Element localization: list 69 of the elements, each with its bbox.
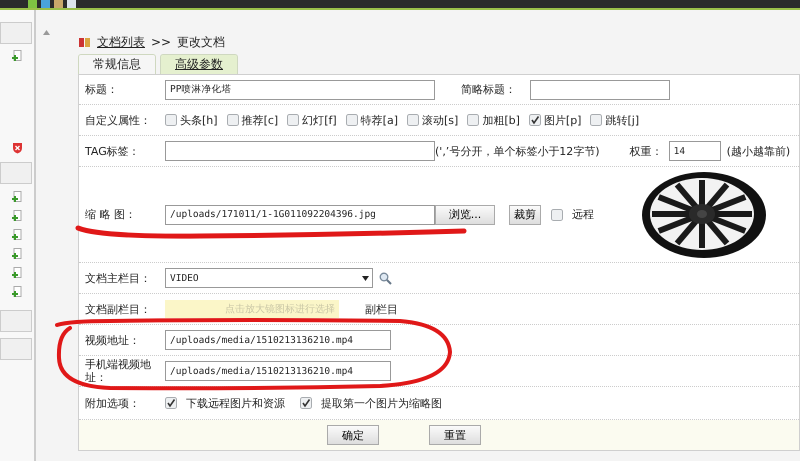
checkbox-label: 滚动[s] <box>422 112 458 128</box>
crop-button[interactable]: 裁剪 <box>509 204 541 224</box>
field-label: 简略标题： <box>461 82 516 97</box>
field-label: 文档主栏目： <box>85 272 152 284</box>
subcolumn-link[interactable]: 副栏目 <box>365 302 398 316</box>
book-icon <box>78 36 91 48</box>
title-field[interactable]: PP喷淋净化塔 <box>165 80 435 100</box>
add-document-icon[interactable] <box>12 50 22 62</box>
checkbox[interactable] <box>300 397 312 409</box>
checkbox[interactable] <box>287 114 300 126</box>
checkbox[interactable] <box>528 114 541 126</box>
add-document-icon[interactable] <box>12 267 22 279</box>
add-document-icon[interactable] <box>12 248 22 260</box>
field-label: 文档副栏目： <box>85 302 152 316</box>
checkbox[interactable] <box>165 397 177 409</box>
shield-icon[interactable] <box>12 142 22 154</box>
dropdown-arrow-icon <box>361 274 370 282</box>
form-button[interactable]: 确定 <box>327 425 379 445</box>
browse-button[interactable]: 浏览... <box>435 204 495 224</box>
checkbox-label: 幻灯[f] <box>302 112 337 128</box>
tag-field[interactable] <box>165 141 435 161</box>
column-select[interactable]: VIDEO <box>165 268 373 288</box>
checkbox[interactable] <box>590 114 602 126</box>
checkbox[interactable] <box>467 114 480 126</box>
search-icon[interactable] <box>379 272 392 284</box>
field-label: 标题： <box>85 83 119 96</box>
add-document-icon[interactable] <box>12 191 22 203</box>
url-field[interactable]: /uploads/media/1510213136210.mp4 <box>165 330 391 350</box>
checkbox[interactable] <box>165 114 177 126</box>
checkbox[interactable] <box>346 114 358 126</box>
checkbox[interactable] <box>407 114 419 126</box>
breadcrumb-link[interactable]: 文档列表 <box>97 34 145 50</box>
checkbox-label: 图片[p] <box>544 112 582 128</box>
field-label: 附加选项： <box>85 396 141 410</box>
field-label: 权重： <box>630 144 663 158</box>
tab[interactable]: 高级参数 <box>160 54 238 74</box>
checkbox-label: 跳转[j] <box>605 112 640 128</box>
thumbnail-field[interactable]: /uploads/171011/1-1G011092204396.jpg <box>165 204 435 224</box>
field-label: 手机端视频地址： <box>85 358 152 384</box>
form-button[interactable]: 重置 <box>429 425 481 445</box>
scroll-up-icon[interactable] <box>42 30 50 35</box>
checkbox-label: 特荐[a] <box>360 112 398 128</box>
breadcrumb-separator: >> <box>151 35 172 49</box>
sidebar-button[interactable] <box>0 338 32 360</box>
field-label: 自定义属性： <box>85 114 152 126</box>
tab[interactable]: 常规信息 <box>78 54 156 74</box>
short-title-field[interactable] <box>530 80 670 100</box>
sidebar-button[interactable] <box>0 22 32 44</box>
tag-hint: (',’号分开，单个标签小于12字节) <box>435 144 600 158</box>
field-label: TAG标签： <box>85 144 141 158</box>
sidebar-button[interactable] <box>0 310 32 332</box>
checkbox-label: 头条[h] <box>180 112 218 128</box>
checkbox-label: 提取第一个图片为缩略图 <box>321 396 442 410</box>
checkbox-label: 推荐[c] <box>242 112 278 128</box>
weight-field[interactable]: 14 <box>668 141 721 161</box>
url-field[interactable]: /uploads/media/1510213136210.mp4 <box>165 361 391 381</box>
checkbox-label: 加粗[b] <box>482 112 520 128</box>
checkbox-label: 远程 <box>572 207 594 222</box>
weight-hint: (越小越靠前) <box>726 144 790 158</box>
breadcrumb-current: 更改文档 <box>177 34 226 50</box>
add-document-icon[interactable] <box>12 229 22 241</box>
checkbox[interactable] <box>226 114 239 126</box>
checkbox-label: 下载远程图片和资源 <box>186 396 285 410</box>
field-label: 视频地址： <box>85 334 141 346</box>
add-document-icon[interactable] <box>12 286 22 298</box>
sidebar-button[interactable] <box>0 162 32 184</box>
add-document-icon[interactable] <box>12 210 22 222</box>
checkbox[interactable] <box>551 208 563 220</box>
field-label: 缩 略 图： <box>85 208 137 221</box>
